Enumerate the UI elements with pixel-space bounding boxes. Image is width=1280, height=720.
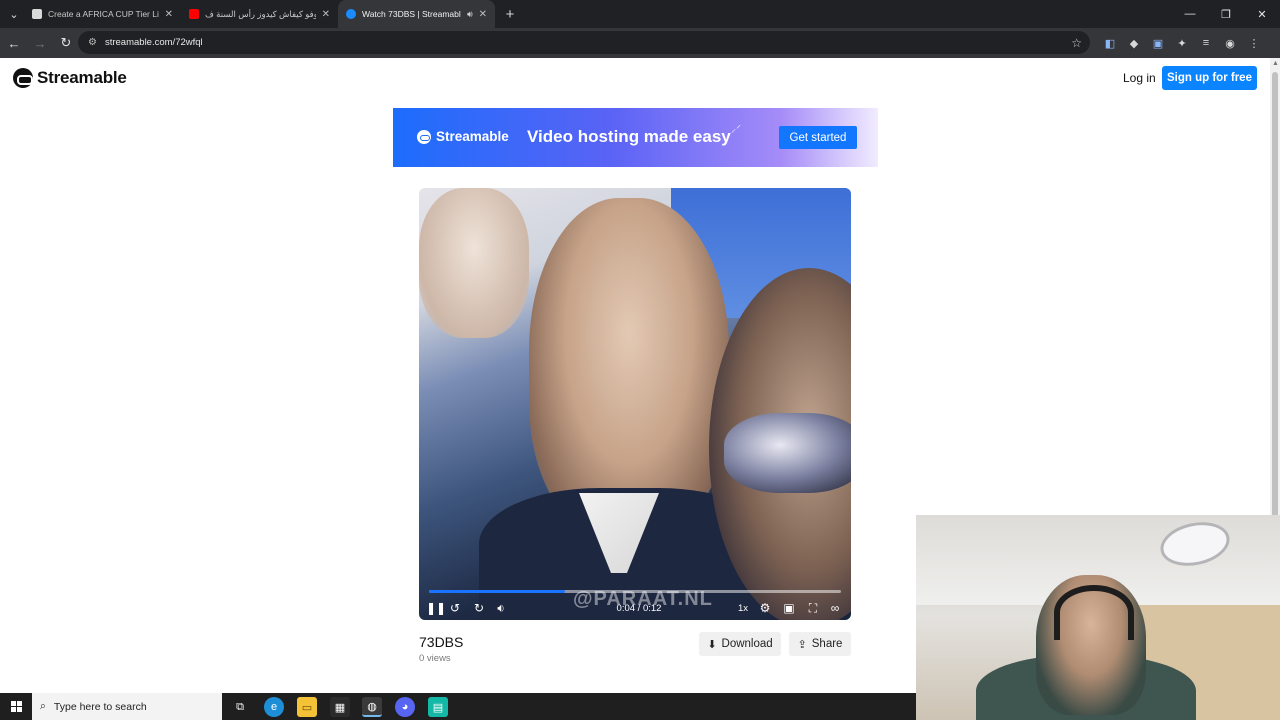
new-tab-button[interactable]: + [499,3,521,25]
translate-extension-icon[interactable]: ◧ [1098,32,1122,54]
puzzle-extensions-icon[interactable]: ✦ [1170,32,1194,54]
site-info-icon[interactable]: ⚙ [88,37,97,48]
media-control-icon[interactable]: ≡ [1194,32,1218,54]
video-frame-hand [419,188,529,338]
brand-name: Streamable [37,68,127,87]
back-icon[interactable]: ← [2,31,26,55]
profile-icon[interactable]: ◉ [1218,32,1242,54]
forward-skip-icon[interactable]: ↻ [471,598,487,618]
playback-speed[interactable]: 1x [735,598,751,618]
minimize-icon[interactable]: — [1172,0,1208,28]
youtube-favicon-icon [189,9,199,19]
search-icon: ⌕ [40,700,46,712]
start-button[interactable] [0,693,32,720]
rewind-icon[interactable]: ↺ [447,598,463,618]
tab-search-icon[interactable]: ⌄ [4,4,24,24]
get-started-button[interactable]: Get started [779,126,857,149]
sparkle-icon: ⸝⸍ [731,124,741,135]
video-frame-person [529,198,729,538]
fullscreen-icon[interactable]: ⛶ [805,598,821,618]
banner-logo: Streamable [417,129,509,144]
file-explorer-icon[interactable]: ▭ [297,697,317,717]
bookmark-star-icon[interactable]: ☆ [1071,36,1082,50]
download-icon: ⬇ [707,638,717,651]
settings-gear-icon[interactable]: ⚙ [757,598,773,618]
promo-banner[interactable]: Streamable Video hosting made easy ⸝⸍ Ge… [393,108,878,167]
video-frame-sunglasses [724,413,851,493]
webcam-overlay [916,515,1280,720]
picture-in-picture-icon[interactable]: ▣ [781,598,797,618]
tab-title: Create a AFRICA CUP Tier List - [48,9,159,19]
close-window-icon[interactable]: ✕ [1244,0,1280,28]
scroll-up-icon[interactable]: ▲ [1272,60,1279,67]
pause-icon[interactable]: ❚❚ [426,598,446,618]
webcam-headset [1054,585,1134,640]
taskbar-search[interactable]: ⌕ Type here to search [32,693,222,720]
image-extension-icon[interactable]: ▣ [1146,32,1170,54]
tab-title: شوفو كيفاش كيدوز رأس السنة ف [205,8,316,19]
address-bar[interactable]: ⚙ streamable.com/72wfql ☆ [78,31,1090,54]
player-controls: ❚❚ ↺ ↻ 🔉︎ 0:04 / 0:12 1x ⚙ ▣ ⛶ ∞ [419,598,851,618]
chrome-icon[interactable]: ◍ [362,697,382,717]
url-text: streamable.com/72wfql [104,37,203,48]
menu-kebab-icon[interactable]: ⋮ [1242,32,1266,54]
close-tab-icon[interactable]: ✕ [165,9,173,20]
tab-title: Watch 73DBS | Streamable [362,9,461,19]
banner-brand: Streamable [436,129,509,144]
streamable-favicon-icon [346,9,356,19]
window-controls: — ❐ ✕ [1172,0,1280,28]
close-tab-icon[interactable]: ✕ [479,9,487,20]
close-tab-icon[interactable]: ✕ [322,9,330,20]
streamable-player-logo-icon[interactable]: ∞ [827,598,843,618]
volume-icon[interactable]: 🔉︎ [493,598,509,618]
tab-streamable[interactable]: Watch 73DBS | Streamable 🔊︎ ✕ [338,0,495,28]
app-icon[interactable]: ▤ [428,697,448,717]
tab-tier-list[interactable]: Create a AFRICA CUP Tier List - ✕ [24,0,181,28]
streamable-logo-icon [417,129,431,144]
windows-taskbar: ⌕ Type here to search [0,693,916,720]
restore-icon[interactable]: ❐ [1208,0,1244,28]
diamond-extension-icon[interactable]: ◆ [1122,32,1146,54]
share-label: Share [811,638,843,650]
browser-toolbar: ← → ↻ ⚙ streamable.com/72wfql ☆ ◧ ◆ ▣ ✦ … [0,28,1280,58]
forward-icon[interactable]: → [28,31,52,55]
reload-icon[interactable]: ↻ [54,31,78,55]
seek-bar[interactable] [429,590,841,593]
tab-strip: ⌄ Create a AFRICA CUP Tier List - ✕ شوفو… [0,0,1280,28]
time-display: 0:04 / 0:12 [616,602,662,614]
streamable-logo-icon [13,68,33,88]
edge-icon[interactable]: e [264,697,284,717]
video-player[interactable]: @PARAAT.NL ❚❚ ↺ ↻ 🔉︎ 0:04 / 0:12 1x ⚙ ▣ … [419,188,851,620]
login-link[interactable]: Log in [1123,71,1156,85]
signup-button[interactable]: Sign up for free [1162,66,1257,90]
seek-bar-fill [429,590,565,593]
windows-logo-icon [10,701,22,712]
share-icon: ⇪ [797,638,807,651]
download-button[interactable]: ⬇ Download [699,632,781,656]
tab-youtube[interactable]: شوفو كيفاش كيدوز رأس السنة ف ✕ [181,0,338,28]
video-title: 73DBS [419,634,464,650]
task-view-icon[interactable]: ⧉ [230,697,250,717]
share-button[interactable]: ⇪ Share [789,632,851,656]
taskbar-search-placeholder: Type here to search [53,700,147,713]
extensions-area: ◧ ◆ ▣ ✦ ≡ ◉ ⋮ [1098,32,1266,54]
banner-tagline: Video hosting made easy [527,127,731,146]
download-label: Download [721,638,773,650]
view-count: 0 views [419,653,451,664]
discord-icon[interactable]: ◕ [395,697,415,717]
audio-playing-icon[interactable]: 🔊︎ [467,9,473,20]
tier-list-favicon-icon [32,9,42,19]
streamable-logo[interactable]: Streamable [13,68,127,88]
store-icon[interactable]: ▦ [330,697,350,717]
